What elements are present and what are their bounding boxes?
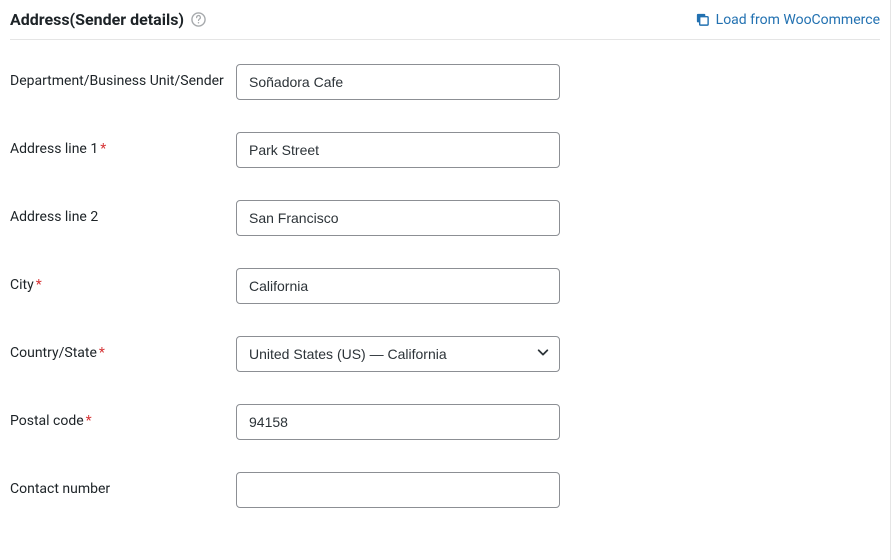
required-asterisk: * [99, 345, 105, 361]
section-header: Address(Sender details) Load from WooCom… [10, 10, 880, 40]
address1-label: Address line 1* [10, 132, 236, 160]
required-asterisk: * [36, 277, 42, 293]
address2-input[interactable] [236, 200, 560, 236]
city-row: City* [10, 268, 880, 304]
postal-input[interactable] [236, 404, 560, 440]
address1-row: Address line 1* [10, 132, 880, 168]
required-asterisk: * [86, 413, 92, 429]
required-asterisk: * [100, 141, 106, 157]
department-row: Department/Business Unit/Sender [10, 64, 880, 100]
postal-label: Postal code* [10, 404, 236, 432]
contact-label: Contact number [10, 472, 236, 500]
address2-row: Address line 2 [10, 200, 880, 236]
country-state-select[interactable]: United States (US) — California [236, 336, 560, 372]
contact-row: Contact number [10, 472, 880, 508]
country-state-select-wrapper: United States (US) — California [236, 336, 560, 372]
contact-input[interactable] [236, 472, 560, 508]
country-state-label: Country/State* [10, 336, 236, 364]
postal-row: Postal code* [10, 404, 880, 440]
copy-icon [695, 12, 710, 27]
address2-label: Address line 2 [10, 200, 236, 228]
section-title: Address(Sender details) [10, 10, 184, 29]
department-input[interactable] [236, 64, 560, 100]
city-label: City* [10, 268, 236, 296]
department-label: Department/Business Unit/Sender [10, 64, 236, 92]
address1-input[interactable] [236, 132, 560, 168]
load-link-label: Load from WooCommerce [716, 12, 880, 28]
city-input[interactable] [236, 268, 560, 304]
load-from-woocommerce-link[interactable]: Load from WooCommerce [695, 12, 880, 28]
country-state-row: Country/State* United States (US) — Cali… [10, 336, 880, 372]
help-icon[interactable] [190, 12, 206, 28]
section-title-wrapper: Address(Sender details) [10, 10, 206, 29]
